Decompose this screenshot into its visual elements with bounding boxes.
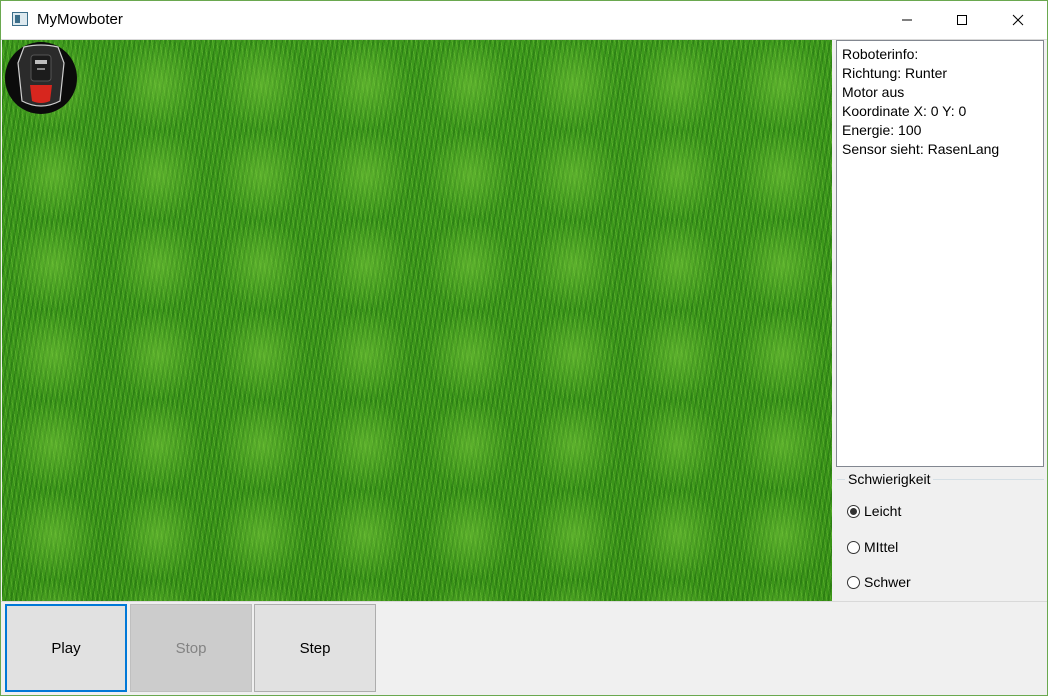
info-heading: Roboterinfo: (842, 46, 919, 62)
app-window-icon (12, 12, 28, 26)
step-button[interactable]: Step (254, 604, 376, 692)
radio-schwer[interactable]: Schwer (847, 574, 911, 590)
radio-leicht[interactable]: Leicht (847, 503, 901, 519)
info-sensor: Sensor sieht: RasenLang (842, 141, 1000, 157)
radio-mittel[interactable]: MIttel (847, 539, 898, 555)
app-window: MyMowboter Roboterinfo: Richtung: Runter… (0, 0, 1048, 696)
window-title: MyMowboter (37, 11, 123, 28)
divider (1, 601, 1047, 602)
minimize-button[interactable] (884, 1, 930, 39)
info-coordinates: Koordinate X: 0 Y: 0 (842, 103, 967, 119)
difficulty-title: Schwierigkeit (845, 471, 934, 487)
close-icon (1012, 14, 1024, 26)
stop-button[interactable]: Stop (130, 604, 252, 692)
info-energy: Energie: 100 (842, 122, 922, 138)
info-motor: Motor aus (842, 84, 905, 100)
radio-unchecked-icon[interactable] (847, 540, 860, 554)
robot-info-panel: Roboterinfo: Richtung: Runter Motor aus … (836, 40, 1044, 467)
minimize-icon (902, 19, 912, 21)
title-bar[interactable]: MyMowboter (1, 1, 1047, 40)
radio-label-leicht: Leicht (864, 503, 902, 519)
radio-unchecked-icon[interactable] (847, 575, 860, 589)
close-button[interactable] (995, 1, 1041, 39)
maximize-button[interactable] (939, 1, 985, 39)
play-button[interactable]: Play (5, 604, 127, 692)
radio-checked-icon[interactable] (847, 504, 860, 518)
robot-mower-icon (5, 42, 77, 114)
info-direction: Richtung: Runter (842, 65, 948, 81)
difficulty-group: Schwierigkeit Leicht MIttel Schwer (837, 471, 1044, 599)
lawn-field (2, 40, 832, 601)
radio-label-schwer: Schwer (864, 574, 911, 590)
radio-label-mittel: MIttel (864, 539, 899, 555)
maximize-icon (957, 15, 967, 25)
